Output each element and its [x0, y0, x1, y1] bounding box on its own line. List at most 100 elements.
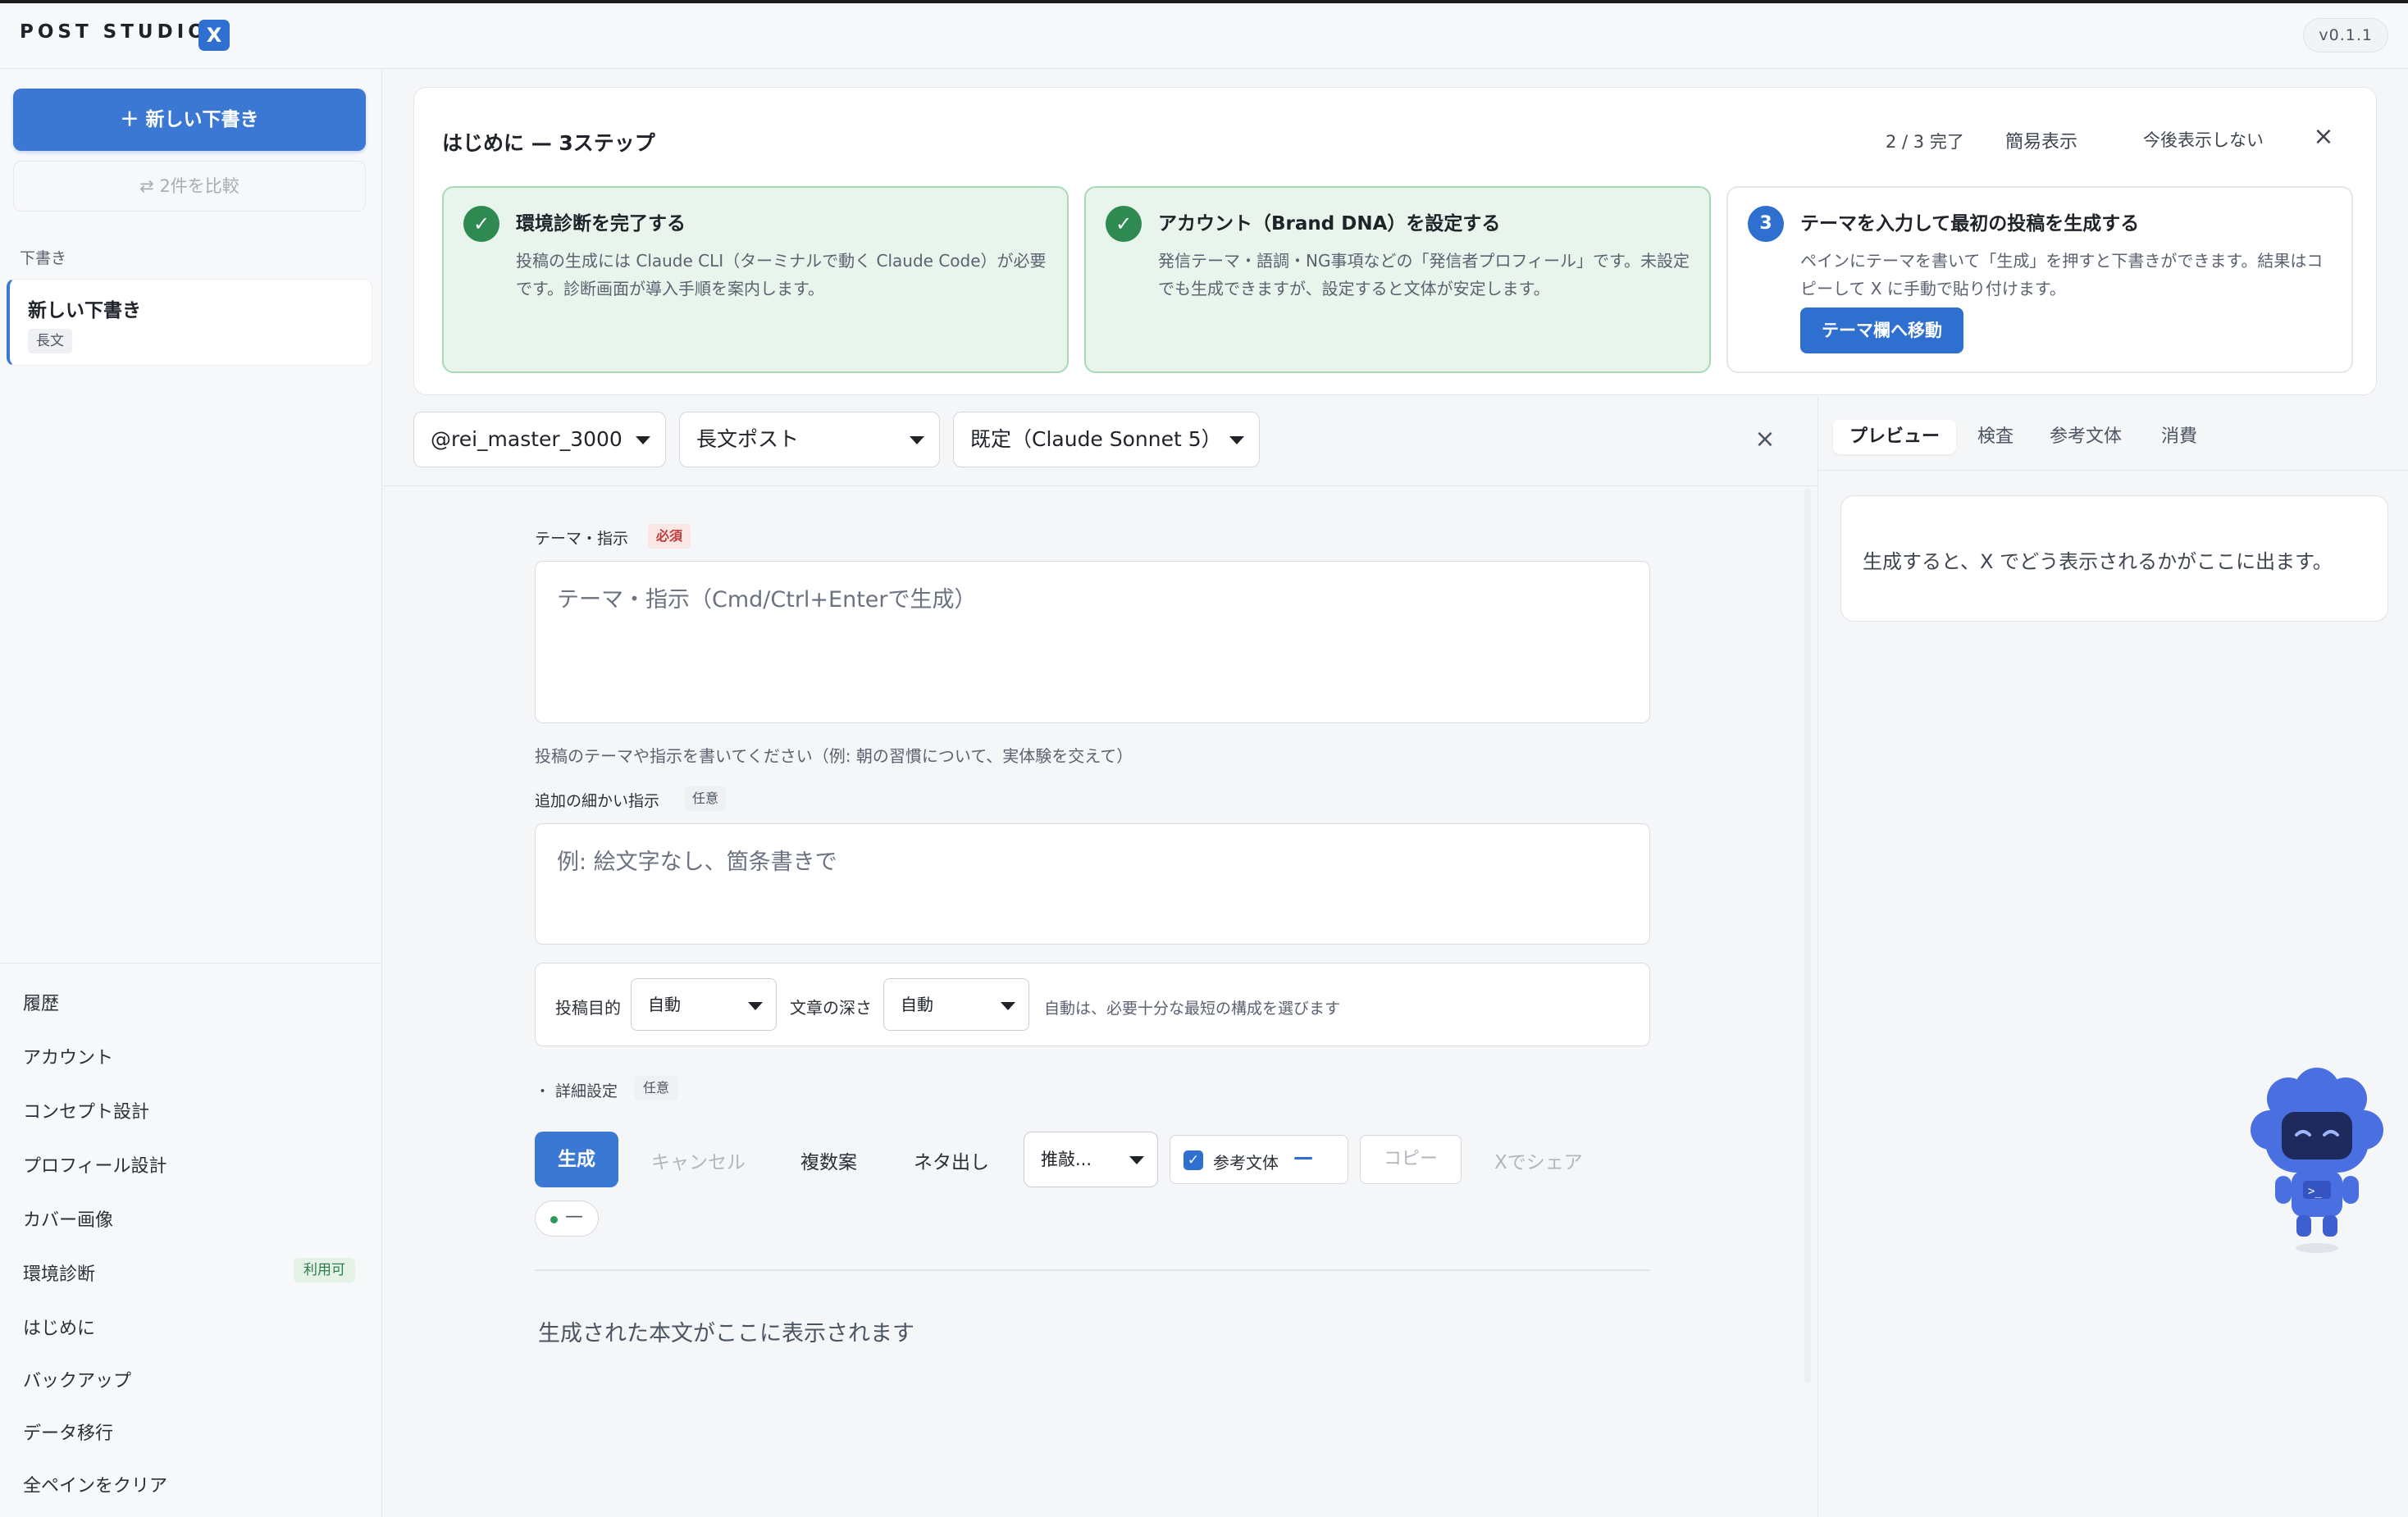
reference-style-label: 参考文体 [1213, 1153, 1279, 1173]
preview-placeholder: 生成すると、X でどう表示されるかがここに出ます。 [1863, 550, 2333, 573]
extra-instructions-input[interactable]: 例: 絵文字なし、箇条書きで [535, 823, 1650, 945]
nav-item-clear-all-panes[interactable]: 全ペインをクリア [23, 1471, 167, 1497]
step-description: 発信テーマ・語調・NG事項などの「発信者プロフィール」です。未設定でも生成できま… [1158, 251, 1690, 298]
compare-button[interactable]: ⇄ 2件を比較 [13, 161, 366, 212]
copy-button[interactable]: コピー [1360, 1135, 1462, 1184]
multiple-drafts-button[interactable]: 複数案 [800, 1146, 857, 1174]
optional-badge: 任意 [684, 786, 727, 811]
reference-style-value: — [1293, 1146, 1313, 1168]
checkbox-checked-icon[interactable]: ✓ [1183, 1150, 1203, 1170]
refine-select[interactable]: 推敲... [1024, 1132, 1158, 1187]
editor-scrollbar[interactable] [1804, 489, 1811, 1383]
auto-hint: 自動は、必要十分な最短の構成を選びます [1044, 1000, 1341, 1018]
chevron-down-icon [910, 436, 924, 444]
app-header: POST STUDIO X v0.1.1 [0, 3, 2408, 69]
robot-mascot-icon[interactable]: >_ [2239, 1066, 2395, 1263]
theme-input[interactable]: テーマ・指示（Cmd/Ctrl+Enterで生成） [535, 561, 1650, 723]
version-badge: v0.1.1 [2303, 18, 2388, 52]
draft-title: 新しい下書き [28, 300, 141, 321]
idea-generation-button[interactable]: ネタ出し [914, 1146, 989, 1174]
generation-options: 投稿目的 自動 文章の深さ 自動 自動は、必要十分な最短の構成を選びます [535, 963, 1650, 1046]
new-draft-button[interactable]: ＋ 新しい下書き [13, 89, 366, 151]
step-number-icon: 3 [1748, 206, 1784, 242]
chevron-down-icon [1229, 436, 1244, 444]
nav-item-account[interactable]: アカウント [23, 1043, 113, 1069]
draft-list-item[interactable]: 新しい下書き 長文 [7, 279, 372, 366]
onboarding-step-3: 3 テーマを入力して最初の投稿を生成する ペインにテーマを書いて「生成」を押すと… [1726, 186, 2353, 373]
svg-text:>_: >_ [2308, 1185, 2322, 1198]
nav-item-diagnostics[interactable]: 環境診断 [23, 1260, 95, 1286]
depth-select[interactable]: 自動 [883, 978, 1029, 1031]
right-panel-tabs: プレビュー 検査 参考文体 消費 [1818, 397, 2408, 471]
sidebar: ＋ 新しい下書き ⇄ 2件を比較 下書き 新しい下書き 長文 履歴 アカウント … [0, 69, 382, 1517]
nav-item-concept-design[interactable]: コンセプト設計 [23, 1097, 149, 1123]
optional-badge: 任意 [635, 1076, 678, 1100]
simple-view-button[interactable]: 簡易表示 [2005, 127, 2077, 153]
diagnostics-status-badge: 利用可 [294, 1258, 355, 1282]
nav-item-profile-design[interactable]: プロフィール設計 [23, 1151, 167, 1178]
share-on-x-button[interactable]: Xでシェア [1494, 1146, 1583, 1174]
step-title: アカウント（Brand DNA）を設定する [1158, 213, 1501, 235]
nav-item-data-migration[interactable]: データ移行 [23, 1419, 113, 1445]
nav-item-getting-started[interactable]: はじめに [23, 1314, 95, 1340]
preview-card: 生成すると、X でどう表示されるかがここに出ます。 [1840, 495, 2388, 622]
step-title: 環境診断を完了する [516, 213, 686, 235]
drafts-section-label: 下書き [20, 249, 67, 267]
close-icon[interactable]: × [2309, 122, 2338, 152]
draft-type-tag: 長文 [28, 329, 72, 353]
status-dot-icon [550, 1216, 558, 1223]
tab-preview[interactable]: プレビュー [1833, 420, 1957, 454]
checkmark-icon: ✓ [1106, 206, 1142, 242]
step-description: 投稿の生成には Claude CLI（ターミナルで動く Claude Code）… [516, 251, 1047, 298]
depth-select-value: 自動 [901, 995, 933, 1014]
chevron-down-icon [1001, 1002, 1015, 1010]
extra-instructions-label: 追加の細かい指示 [535, 792, 660, 810]
app-brand: POST STUDIO [20, 21, 208, 43]
x-logo-icon: X [198, 20, 230, 51]
output-placeholder: 生成された本文がここに表示されます [538, 1321, 914, 1346]
tab-reference-style[interactable]: 参考文体 [2050, 420, 2122, 454]
purpose-label: 投稿目的 [555, 998, 621, 1018]
nav-item-history[interactable]: 履歴 [23, 989, 59, 1015]
generation-status: — [535, 1200, 599, 1237]
output-divider [535, 1269, 1650, 1271]
onboarding-step-2: ✓ アカウント（Brand DNA）を設定する 発信テーマ・語調・NG事項などの… [1084, 186, 1711, 373]
model-select[interactable]: 既定（Claude Sonnet 5） [953, 412, 1260, 467]
onboarding-progress: 2 / 3 完了 [1886, 132, 1964, 152]
account-select[interactable]: @rei_master_3000 [413, 412, 666, 467]
step-description: ペインにテーマを書いて「生成」を押すと下書きができます。結果はコピーして X に… [1800, 251, 2324, 298]
nav-item-backup[interactable]: バックアップ [23, 1366, 131, 1392]
post-type-select[interactable]: 長文ポスト [679, 412, 940, 467]
step-title: テーマを入力して最初の投稿を生成する [1800, 213, 2140, 235]
theme-label: テーマ・指示 [535, 530, 629, 548]
purpose-select[interactable]: 自動 [631, 978, 777, 1031]
checkmark-icon: ✓ [463, 206, 499, 242]
onboarding-title: はじめに — 3ステップ [442, 131, 655, 155]
go-to-theme-button[interactable]: テーマ欄へ移動 [1800, 308, 1963, 353]
advanced-settings-toggle[interactable]: ・ 詳細設定 [535, 1079, 618, 1101]
pane-divider [1817, 397, 1818, 1517]
editor-divider [383, 485, 1818, 486]
status-value: — [565, 1206, 583, 1227]
refine-select-value: 推敲... [1041, 1150, 1092, 1169]
dont-show-again-button[interactable]: 今後表示しない [2143, 127, 2264, 152]
cancel-button[interactable]: キャンセル [651, 1146, 746, 1174]
account-select-value: @rei_master_3000 [431, 427, 623, 451]
tab-inspect[interactable]: 検査 [1977, 420, 2014, 454]
chevron-down-icon [748, 1002, 763, 1010]
chevron-down-icon [636, 436, 650, 444]
model-select-value: 既定（Claude Sonnet 5） [970, 427, 1222, 451]
depth-label: 文章の深さ [790, 998, 872, 1018]
nav-item-cover-image[interactable]: カバー画像 [23, 1205, 113, 1232]
reference-style-toggle[interactable]: ✓ 参考文体 — [1170, 1135, 1348, 1184]
chevron-down-icon [1129, 1156, 1144, 1164]
close-pane-icon[interactable]: × [1749, 423, 1781, 456]
onboarding-step-1: ✓ 環境診断を完了する 投稿の生成には Claude CLI（ターミナルで動く … [442, 186, 1069, 373]
theme-hint: 投稿のテーマや指示を書いてください（例: 朝の習慣について、実体験を交えて） [535, 746, 1133, 766]
generate-button[interactable]: 生成 [535, 1132, 618, 1187]
tab-usage[interactable]: 消費 [2161, 420, 2197, 454]
onboarding-panel: はじめに — 3ステップ 2 / 3 完了 簡易表示 今後表示しない × ✓ 環… [413, 87, 2377, 395]
required-badge: 必須 [648, 524, 691, 549]
purpose-select-value: 自動 [648, 995, 681, 1014]
post-type-select-value: 長文ポスト [696, 427, 800, 451]
